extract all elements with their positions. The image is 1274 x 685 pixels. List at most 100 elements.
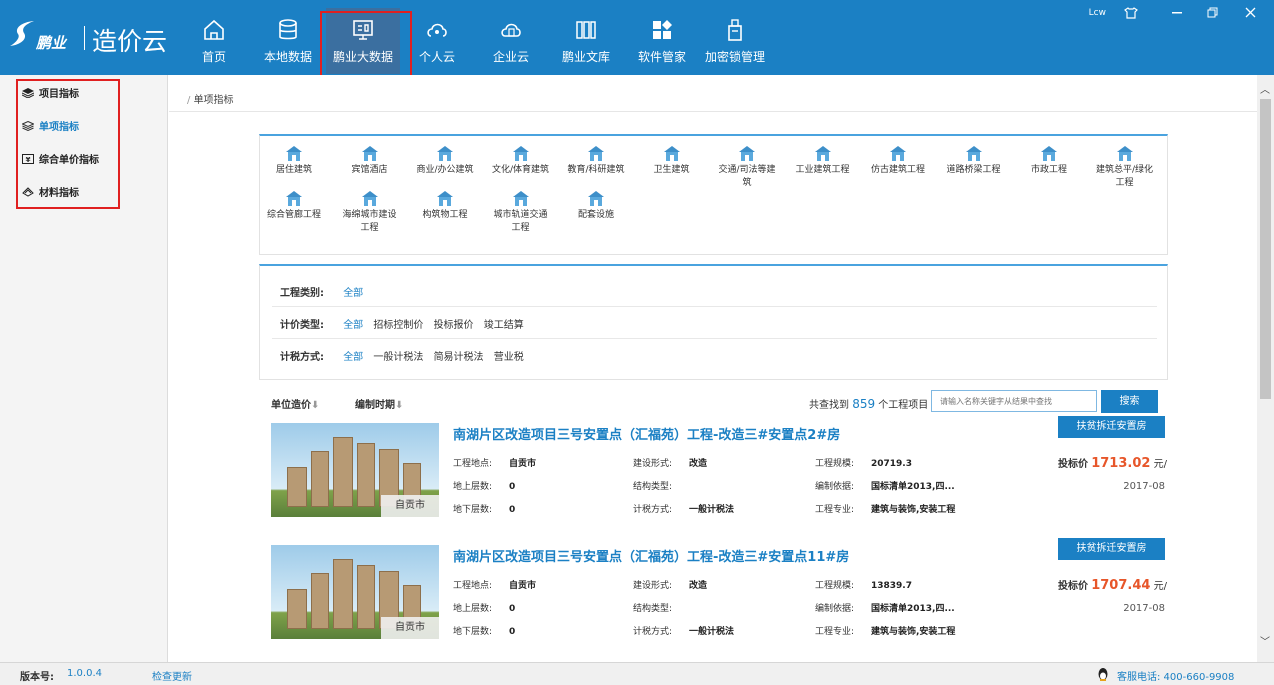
category-item[interactable]: 海绵城市建设工程 [339,191,401,235]
category-item[interactable]: 综合管廊工程 [263,191,325,222]
minimize-icon[interactable] [1172,12,1182,14]
breadcrumb: / 单项指标 [187,95,234,106]
scrollbar-thumb[interactable] [1260,99,1271,399]
field-value: 一般计税法 [689,627,735,637]
category-item[interactable]: 市政工程 [1018,146,1080,177]
result-card: 自贡市 南湖片区改造项目三号安置点（汇福苑）工程-改造三#安置点11#房 工程地点:… [269,538,1169,653]
category-item[interactable]: 构筑物工程 [414,191,476,222]
nav-label: 鹏业文库 [561,50,610,64]
hotel-icon [361,146,378,161]
search-button[interactable]: 搜索 [1101,390,1158,413]
bid-price: 投标价 1713.02 元/ [1058,455,1167,471]
field-floors-up: 地上层数: 0 [453,479,515,492]
filter-option-all[interactable]: 全部 [343,320,363,331]
category-item[interactable]: 商业/办公建筑 [414,146,476,177]
nav-software-manager[interactable]: 软件管家 [632,8,692,74]
filter-option-final-settlement[interactable]: 竣工结算 [484,320,524,331]
nav-enterprise-cloud[interactable]: 企业云 [486,8,536,74]
close-icon[interactable] [1245,7,1256,18]
nav-library[interactable]: 鹏业文库 [556,8,616,74]
city-icon [361,191,378,206]
field-value: 13839.7 [871,581,912,591]
filter-pricing-type: 计价类型: 全部 招标控制价 投标报价 竣工结算 [280,316,531,331]
category-item[interactable]: 仿古建筑工程 [867,146,929,177]
compile-date: 2017-08 [1123,603,1165,614]
field-value: 改造 [689,459,708,469]
sort-unit-cost-button[interactable]: 单位造价⬇ [271,396,319,411]
category-item[interactable]: 文化/体育建筑 [490,146,552,177]
category-item[interactable]: 建筑总平/绿化工程 [1094,146,1156,190]
filter-option-all[interactable]: 全部 [343,288,363,299]
nav-dongle-manager[interactable]: 加密锁管理 [702,8,768,74]
field-value: 自贡市 [509,459,537,469]
category-label: 建筑总平/绿化工程 [1095,165,1154,188]
category-item[interactable]: 配套设施 [565,191,627,222]
field-label: 计税方式: [633,505,673,515]
result-count-prefix: 共查找到 [809,400,849,411]
category-item[interactable]: 城市轨道交通工程 [490,191,552,235]
project-title-link[interactable]: 南湖片区改造项目三号安置点（汇福苑）工程-改造三#安置点11#房 [453,546,849,565]
price-value: 1713.02 [1091,456,1151,471]
project-thumbnail[interactable]: 自贡市 [271,545,439,639]
category-item[interactable]: 交通/司法等建筑 [716,146,778,190]
field-value: 自贡市 [509,581,537,591]
category-item[interactable]: 宾馆酒店 [339,146,401,177]
filter-option-bid-price[interactable]: 投标报价 [434,320,474,331]
sort-compile-time-button[interactable]: 编制时期⬇ [355,396,403,411]
skin-icon[interactable] [1124,7,1138,19]
filter-option-tender-control[interactable]: 招标控制价 [373,320,423,331]
project-thumbnail[interactable]: 自贡市 [271,423,439,517]
project-category-tag-button[interactable]: 扶贫拆迁安置房 [1058,416,1165,438]
field-value: 改造 [689,581,708,591]
restore-icon[interactable] [1207,7,1218,18]
category-item[interactable]: 居住建筑 [263,146,325,177]
filter-option-all[interactable]: 全部 [343,352,363,363]
filter-option-general-tax[interactable]: 一般计税法 [373,352,423,363]
result-count-suffix: 个工程项目 [878,400,929,411]
field-label: 工程地点: [453,581,493,591]
category-item[interactable]: 道路桥梁工程 [943,146,1005,177]
bridge-icon [965,146,982,161]
field-location: 工程地点: 自贡市 [453,578,536,591]
logo-swoosh-icon [10,21,34,46]
sidebar-highlight-box [16,79,120,209]
database-icon [279,19,297,40]
version-number: 1.0.0.4 [67,668,102,679]
field-scale: 工程规模: 13839.7 [815,578,912,591]
category-item[interactable]: 卫生建筑 [641,146,703,177]
filter-option-simple-tax[interactable]: 简易计税法 [434,352,484,363]
field-floors-up: 地上层数: 0 [453,601,515,614]
field-location: 工程地点: 自贡市 [453,456,536,469]
field-label: 工程规模: [815,459,855,469]
category-label: 教育/科研建筑 [567,165,625,175]
field-value: 建筑与装饰,安装工程 [871,505,956,515]
field-label: 结构类型: [633,604,673,614]
nav-personal-cloud[interactable]: 个人云 [412,8,462,74]
filter-option-business-tax[interactable]: 营业税 [494,352,524,363]
category-label: 仿古建筑工程 [870,165,925,175]
nav-local-data[interactable]: 本地数据 [256,8,320,74]
result-count: 共查找到 859 个工程项目 [809,396,928,411]
search-input[interactable] [931,390,1097,412]
scroll-up-icon[interactable]: ︿ [1260,81,1270,96]
filter-tax-method: 计税方式: 全部 一般计税法 简易计税法 营业税 [280,348,531,363]
hospital-icon [663,146,680,161]
filter-label: 计价类型: [280,320,324,331]
check-update-link[interactable]: 检查更新 [152,668,192,683]
nav-home[interactable]: 首页 [188,8,240,74]
price-unit: 元/ [1153,581,1167,592]
price-label: 投标价 [1058,581,1089,592]
category-label: 道路桥梁工程 [946,165,1001,175]
field-structure: 结构类型: [633,601,689,614]
user-name[interactable]: Lcw [1089,8,1106,18]
project-category-tag-button[interactable]: 扶贫拆迁安置房 [1058,538,1165,560]
project-title-link[interactable]: 南湖片区改造项目三号安置点（汇福苑）工程-改造三#安置点2#房 [453,424,840,443]
usb-key-icon [728,19,742,41]
category-item[interactable]: 教育/科研建筑 [565,146,627,177]
scroll-down-icon[interactable]: ﹀ [1260,633,1270,648]
sort-label: 单位造价 [271,400,311,411]
field-label: 工程专业: [815,627,855,637]
field-basis: 编制依据: 国标清单2013,四... [815,479,955,492]
vertical-scrollbar[interactable]: ︿ ﹀ [1257,75,1274,662]
category-item[interactable]: 工业建筑工程 [792,146,854,177]
